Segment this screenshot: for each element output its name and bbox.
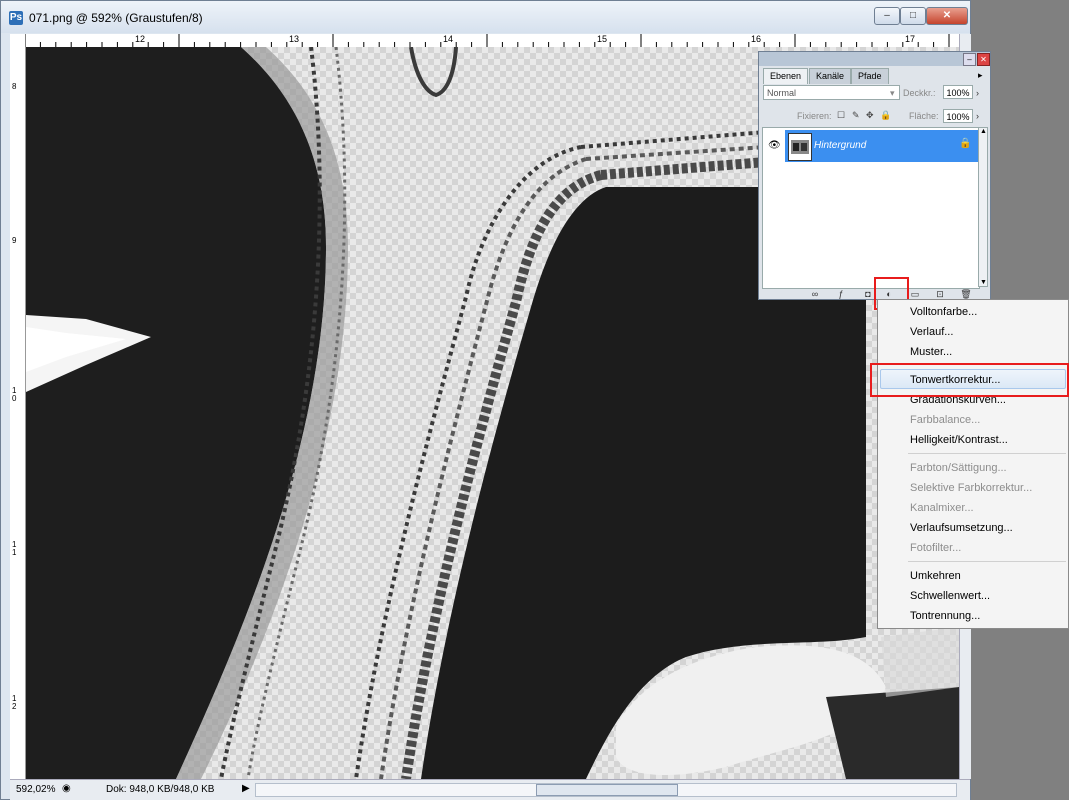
opacity-slider-arrow-icon[interactable]: › bbox=[976, 88, 979, 98]
ruler-label: 1 2 bbox=[12, 694, 17, 711]
tab-layers[interactable]: Ebenen bbox=[763, 68, 809, 84]
horizontal-scrollbar[interactable] bbox=[255, 783, 957, 797]
menu-item-volltonfarbe[interactable]: Volltonfarbe... bbox=[910, 306, 977, 318]
layers-panel: – ✕ Ebenen Kanäle Pfade ▸ Normal ▾ Deckk… bbox=[758, 51, 991, 300]
tab-paths[interactable]: Pfade bbox=[851, 68, 889, 84]
lock-all-icon[interactable]: 🔒 bbox=[880, 110, 891, 121]
menu-item-verlauf[interactable]: Verlauf... bbox=[910, 326, 953, 338]
layer-row[interactable]: Hintergrund 🔒 bbox=[785, 130, 979, 162]
menu-item-fotofilter[interactable]: Fotofilter... bbox=[910, 542, 961, 554]
layer-list: 👁 Hintergrund 🔒 bbox=[762, 127, 980, 289]
menu-item-selektive-farbkorrektur[interactable]: Selektive Farbkorrektur... bbox=[910, 482, 1032, 494]
ruler-label: 12 bbox=[135, 34, 146, 44]
ruler-label: 8 bbox=[12, 82, 17, 91]
ruler-label: 1 1 bbox=[12, 540, 17, 557]
fill-slider-arrow-icon[interactable]: › bbox=[976, 111, 979, 121]
chevron-down-icon: ▾ bbox=[890, 88, 895, 98]
panel-header[interactable]: – ✕ bbox=[759, 52, 990, 66]
tab-channels[interactable]: Kanäle bbox=[809, 68, 852, 84]
ruler-label: 15 bbox=[597, 34, 608, 44]
menu-item-kanalmixer[interactable]: Kanalmixer... bbox=[910, 502, 974, 514]
minimize-icon[interactable]: – bbox=[874, 7, 900, 25]
fx-icon[interactable]: ƒ bbox=[835, 289, 847, 299]
scroll-down-icon[interactable]: ▼ bbox=[980, 279, 987, 286]
opacity-field[interactable]: 100% bbox=[943, 85, 973, 99]
menu-item-schwellenwert[interactable]: Schwellenwert... bbox=[910, 590, 990, 602]
lock-label: Fixieren: bbox=[797, 111, 832, 121]
panel-close-icon[interactable]: ✕ bbox=[977, 53, 990, 66]
trash-icon[interactable]: 🗑 bbox=[960, 289, 972, 299]
ruler-label: 17 bbox=[905, 34, 916, 44]
fill-field[interactable]: 100% bbox=[943, 109, 973, 123]
layer-thumbnail bbox=[788, 133, 812, 161]
fill-label: Fläche: bbox=[909, 111, 939, 121]
status-menu-arrow-icon[interactable]: ▶ bbox=[242, 783, 250, 794]
lock-move-icon[interactable]: ✥ bbox=[866, 110, 874, 121]
blend-mode-select[interactable]: Normal bbox=[763, 85, 900, 100]
menu-item-helligkeit-kontrast[interactable]: Helligkeit/Kontrast... bbox=[910, 434, 1008, 446]
lock-icon: 🔒 bbox=[959, 138, 972, 149]
menu-item-farbton-saettigung[interactable]: Farbton/Sättigung... bbox=[910, 462, 1007, 474]
document-size: Dok: 948,0 KB/948,0 KB bbox=[106, 784, 215, 795]
lock-brush-icon[interactable]: ✎ bbox=[852, 110, 860, 121]
ruler-label: 16 bbox=[751, 34, 762, 44]
thumbnail-image bbox=[791, 140, 809, 154]
layers-scrollbar[interactable]: ▲ ▼ bbox=[978, 127, 988, 287]
close-icon[interactable]: ✕ bbox=[926, 7, 968, 25]
new-layer-icon[interactable]: ⊡ bbox=[934, 289, 946, 299]
folder-icon[interactable]: ▭ bbox=[909, 289, 921, 299]
panel-menu-icon[interactable]: ▸ bbox=[978, 70, 983, 81]
status-bar: 592,02% ◉ Dok: 948,0 KB/948,0 KB ▶ bbox=[10, 779, 970, 800]
ruler-ticks bbox=[25, 34, 950, 47]
menu-item-tontrennung[interactable]: Tontrennung... bbox=[910, 610, 980, 622]
ruler-label: 14 bbox=[443, 34, 454, 44]
horizontal-ruler[interactable]: 12 13 14 15 16 17 bbox=[25, 34, 959, 48]
menu-separator bbox=[908, 453, 1066, 454]
link-icon[interactable]: ∞ bbox=[809, 289, 821, 299]
menu-item-farbbalance[interactable]: Farbbalance... bbox=[910, 414, 980, 426]
vertical-ruler[interactable]: 8 9 1 0 1 1 1 2 bbox=[10, 47, 26, 779]
menu-separator bbox=[908, 561, 1066, 562]
ruler-label: 1 0 bbox=[12, 386, 17, 403]
layer-name[interactable]: Hintergrund bbox=[814, 140, 866, 151]
mask-icon[interactable]: ◘ bbox=[862, 289, 874, 299]
adjustment-menu: Volltonfarbe... Verlauf... Muster... Ton… bbox=[877, 299, 1069, 629]
ruler-label: 13 bbox=[289, 34, 300, 44]
menu-item-muster[interactable]: Muster... bbox=[910, 346, 952, 358]
scroll-thumb[interactable] bbox=[536, 784, 678, 796]
ruler-corner[interactable] bbox=[10, 34, 26, 48]
title-bar[interactable]: Ps 071.png @ 592% (Graustufen/8) – □ ✕ bbox=[1, 1, 970, 33]
photoshop-icon: Ps bbox=[9, 11, 23, 25]
eye-icon[interactable]: 👁 bbox=[768, 140, 781, 151]
menu-item-umkehren[interactable]: Umkehren bbox=[910, 570, 961, 582]
lock-transparency-icon[interactable]: ☐ bbox=[837, 110, 845, 121]
scroll-up-icon[interactable]: ▲ bbox=[980, 128, 987, 135]
panel-minimize-icon[interactable]: – bbox=[963, 53, 976, 66]
zoom-level[interactable]: 592,02% bbox=[16, 784, 55, 795]
menu-item-verlaufsumsetzung[interactable]: Verlaufsumsetzung... bbox=[910, 522, 1013, 534]
opacity-label: Deckkr.: bbox=[903, 88, 936, 98]
maximize-icon[interactable]: □ bbox=[900, 7, 926, 25]
ruler-label: 9 bbox=[12, 236, 17, 245]
window-title: 071.png @ 592% (Graustufen/8) bbox=[29, 11, 203, 25]
highlight-box bbox=[870, 363, 1069, 397]
navigator-icon[interactable]: ◉ bbox=[62, 783, 71, 794]
